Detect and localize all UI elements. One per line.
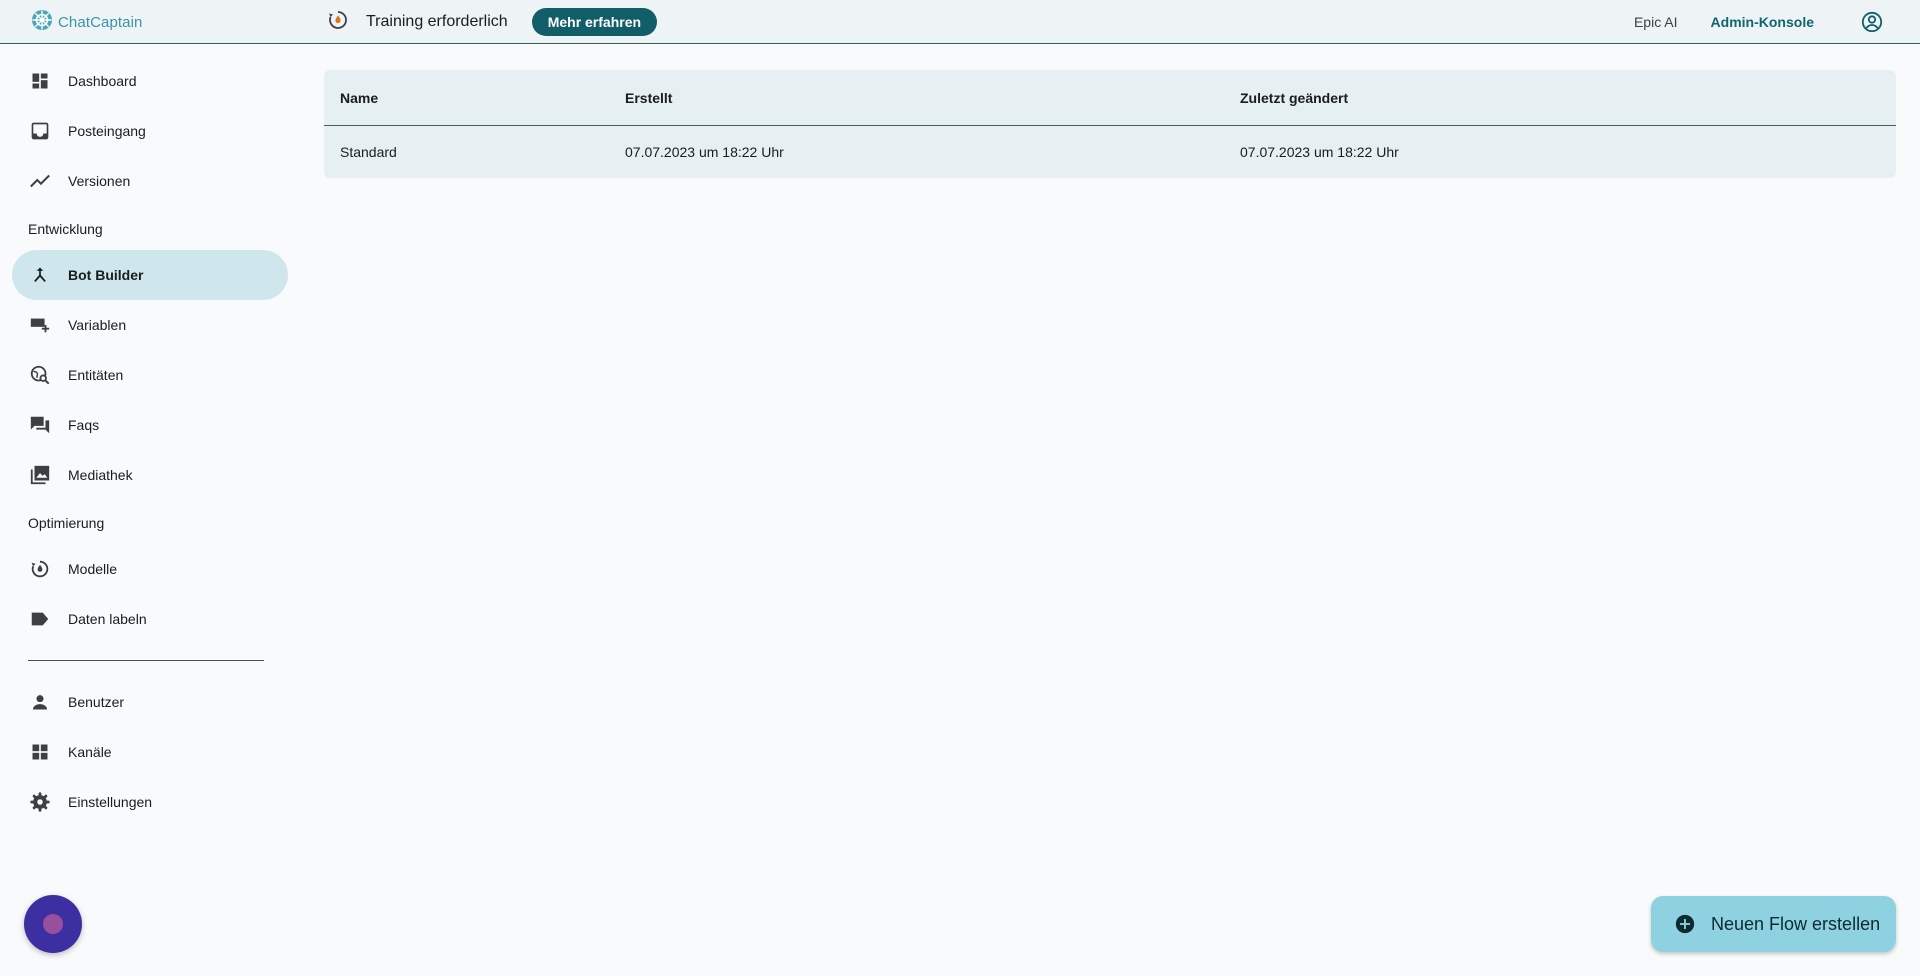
sidebar-item-users[interactable]: Benutzer: [12, 677, 288, 727]
section-label-optimization: Optimierung: [28, 515, 105, 531]
sidebar-item-label-data[interactable]: Daten labeln: [12, 594, 288, 644]
cell-created: 07.07.2023 um 18:22 Uhr: [625, 143, 784, 160]
sidebar-item-faqs[interactable]: Faqs: [12, 400, 288, 450]
chat-bubble-icon: [43, 914, 63, 934]
settings-gear-icon: [28, 790, 52, 814]
sidebar-item-label: Dashboard: [68, 73, 137, 89]
label-icon: [28, 607, 52, 631]
sidebar-item-label: Faqs: [68, 417, 100, 433]
sidebar-item-label: Posteingang: [68, 123, 146, 139]
column-header-name[interactable]: Name: [340, 70, 378, 125]
sidebar-item-settings[interactable]: Einstellungen: [12, 777, 288, 827]
sidebar-item-label: Versionen: [68, 173, 131, 189]
sidebar-item-models[interactable]: Modelle: [12, 544, 288, 594]
section-label-development: Entwicklung: [28, 221, 103, 237]
sidebar-navigation: Dashboard Posteingang Versionen Entwickl…: [0, 45, 300, 976]
inbox-icon: [28, 119, 52, 143]
logo-text: ChatCaptain: [58, 13, 143, 31]
add-variable-icon: [28, 313, 52, 337]
sidebar-item-label: Modelle: [68, 561, 118, 577]
create-new-flow-label: Neuen Flow erstellen: [1711, 913, 1881, 934]
person-icon: [28, 690, 52, 714]
ship-wheel-icon: [30, 8, 54, 37]
table-header-row: Name Erstellt Zuletzt geändert: [324, 70, 1896, 126]
sidebar-item-label: Entitäten: [68, 367, 124, 383]
chatcaptain-logo[interactable]: ChatCaptain: [30, 8, 143, 36]
sidebar-item-label: Kanäle: [68, 744, 112, 760]
sidebar-item-label: Benutzer: [68, 694, 125, 710]
sidebar-item-variables[interactable]: Variablen: [12, 300, 288, 350]
sidebar-item-label: Variablen: [68, 317, 127, 333]
sidebar-item-dashboard[interactable]: Dashboard: [12, 56, 288, 106]
sidebar-item-label: Bot Builder: [68, 267, 144, 283]
trending-line-icon: [28, 169, 52, 193]
photo-library-icon: [28, 463, 52, 487]
travel-explore-icon: [28, 363, 52, 387]
sidebar-item-media-library[interactable]: Mediathek: [12, 450, 288, 500]
model-cycle-icon: [28, 557, 52, 581]
epic-ai-link[interactable]: Epic AI: [1634, 14, 1678, 30]
add-circle-icon: [1673, 912, 1697, 936]
sidebar-item-entities[interactable]: Entitäten: [12, 350, 288, 400]
sidebar-item-inbox[interactable]: Posteingang: [12, 106, 288, 156]
chat-widget-button[interactable]: [24, 895, 82, 953]
table-row[interactable]: Standard 07.07.2023 um 18:22 Uhr 07.07.2…: [324, 126, 1896, 177]
top-app-bar: ChatCaptain Training erforderlich Mehr e…: [0, 0, 1920, 44]
flows-table: Name Erstellt Zuletzt geändert Standard …: [324, 70, 1896, 178]
training-required-title: Training erforderlich: [366, 13, 508, 30]
cell-modified: 07.07.2023 um 18:22 Uhr: [1240, 143, 1399, 160]
training-status: Training erforderlich Mehr erfahren: [326, 0, 658, 44]
learn-more-button[interactable]: Mehr erfahren: [531, 8, 658, 36]
forum-icon: [28, 413, 52, 437]
admin-console-link[interactable]: Admin-Konsole: [1711, 14, 1814, 30]
sidebar-item-bot-builder[interactable]: Bot Builder: [12, 250, 288, 300]
merge-flow-icon: [28, 263, 52, 287]
top-right-actions: Epic AI Admin-Konsole: [1634, 0, 1920, 44]
create-new-flow-button[interactable]: Neuen Flow erstellen: [1651, 896, 1896, 952]
column-header-created[interactable]: Erstellt: [625, 70, 672, 125]
sidebar-item-versions[interactable]: Versionen: [12, 156, 288, 206]
cell-name: Standard: [340, 143, 397, 160]
sidebar-item-label: Mediathek: [68, 467, 133, 483]
account-circle-icon[interactable]: [1860, 10, 1884, 34]
sidebar-item-label: Daten labeln: [68, 611, 147, 627]
widgets-icon: [28, 740, 52, 764]
sidebar-item-label: Einstellungen: [68, 794, 153, 810]
column-header-modified[interactable]: Zuletzt geändert: [1240, 70, 1348, 125]
sidebar-divider: [28, 660, 264, 661]
sidebar-item-channels[interactable]: Kanäle: [12, 727, 288, 777]
training-required-icon: [326, 8, 350, 37]
dashboard-icon: [28, 69, 52, 93]
